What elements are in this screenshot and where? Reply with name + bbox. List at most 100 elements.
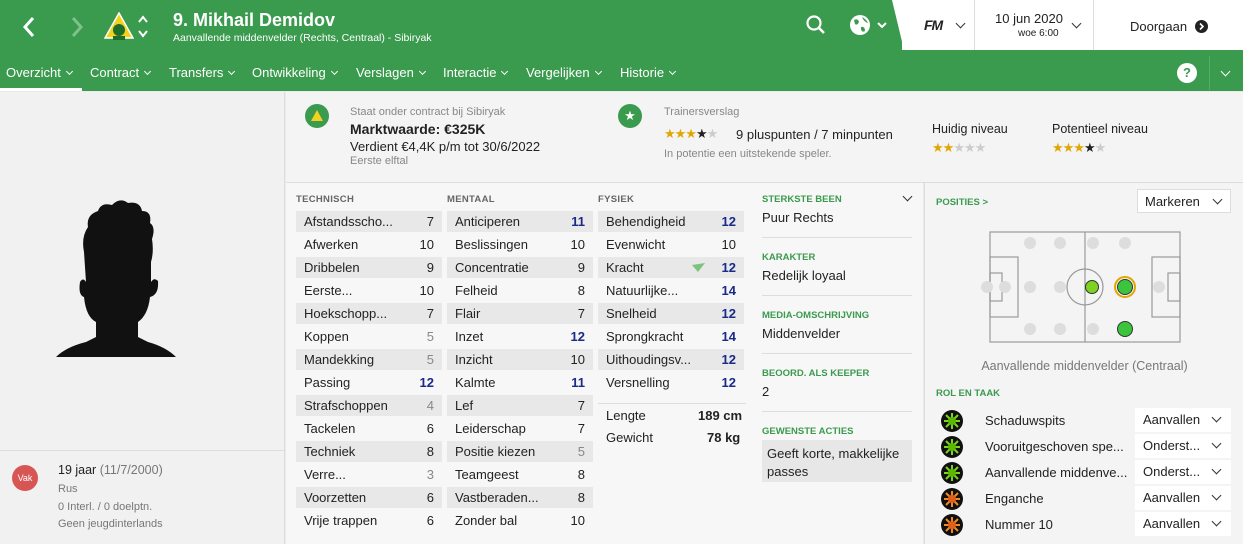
foot-label: STERKSTE BEEN (762, 194, 842, 205)
chevron-down-icon[interactable] (955, 18, 966, 29)
continue-button[interactable]: Doorgaan (1130, 19, 1208, 34)
attribute-row[interactable]: Voorzetten 6 (296, 487, 442, 508)
attribute-value: 12 (721, 352, 736, 367)
attribute-row[interactable]: Sprongkracht 14 (598, 326, 744, 347)
help-button[interactable]: ? (1177, 63, 1197, 83)
globe-icon[interactable] (849, 14, 889, 41)
chevron-down-icon[interactable] (1071, 18, 1082, 29)
attribute-row[interactable]: Positie kiezen 5 (447, 441, 593, 462)
role-row[interactable]: Aanvallende middenve... Onderst... (941, 460, 1231, 485)
attribute-row[interactable]: Flair 7 (447, 303, 593, 324)
attribute-row[interactable]: Evenwicht 10 (598, 234, 744, 255)
attribute-row[interactable]: Felheid 8 (447, 280, 593, 301)
attribute-row[interactable]: Vastberaden... 8 (447, 487, 593, 508)
attribute-row[interactable]: Afwerken 10 (296, 234, 442, 255)
role-duty-dropdown[interactable]: Onderst... (1135, 434, 1231, 458)
attribute-row[interactable]: Concentratie 9 (447, 257, 593, 278)
player-silhouette-image (56, 200, 176, 357)
attribute-row[interactable]: Zonder bal 10 (447, 510, 593, 531)
attribute-row[interactable]: Lef 7 (447, 395, 593, 416)
role-duty-label: Aanvallen (1143, 490, 1201, 505)
attribute-row[interactable]: Afstandsscho... 7 (296, 211, 442, 232)
role-duty-dropdown[interactable]: Aanvallen (1135, 512, 1231, 536)
attribute-row[interactable]: Hoekschopp... 7 (296, 303, 442, 324)
attribute-name: Afwerken (304, 237, 359, 252)
attribute-value: 12 (721, 214, 736, 229)
attribute-row[interactable]: Inzet 12 (447, 326, 593, 347)
tab-verslagen[interactable]: Verslagen (356, 65, 425, 80)
tab-interactie[interactable]: Interactie (443, 65, 507, 80)
media-label: MEDIA-OMSCHRIJVING (762, 310, 870, 321)
role-duty-dropdown[interactable]: Onderst... (1135, 460, 1231, 484)
attribute-row[interactable]: Dribbelen 9 (296, 257, 442, 278)
club-badge-icon[interactable] (103, 11, 135, 42)
attribute-row[interactable]: Passing 12 (296, 372, 442, 393)
role-row[interactable]: Vooruitgeschoven spe... Onderst... (941, 434, 1231, 459)
chevron-left-icon[interactable] (14, 10, 44, 44)
attribute-value: 10 (419, 237, 434, 252)
role-row[interactable]: Nummer 10 Aanvallen (941, 512, 1231, 537)
attribute-row[interactable]: Eerste... 10 (296, 280, 442, 301)
tab-vergelijken[interactable]: Vergelijken (526, 65, 601, 80)
attribute-row[interactable]: Behendigheid 12 (598, 211, 744, 232)
attribute-name: Voorzetten (304, 490, 367, 505)
attribute-row[interactable]: Tackelen 6 (296, 418, 442, 439)
attribute-value: 6 (426, 490, 434, 505)
date-display[interactable]: 10 jun 2020 woe 6:00 (974, 0, 1094, 50)
attribute-row[interactable]: Natuurlijke... 14 (598, 280, 744, 301)
attribute-row[interactable]: Uithoudingsv... 12 (598, 349, 744, 370)
attribute-row[interactable]: Teamgeest 8 (447, 464, 593, 485)
role-duty-dropdown[interactable]: Aanvallen (1135, 408, 1231, 432)
role-row[interactable]: Schaduwspits Aanvallen (941, 408, 1231, 433)
attribute-row[interactable]: Techniek 8 (296, 441, 442, 462)
chevron-down-icon[interactable] (902, 191, 913, 202)
tab-ontwikkeling[interactable]: Ontwikkeling (252, 65, 337, 80)
tab-historie[interactable]: Historie (620, 65, 675, 80)
tab-overzicht[interactable]: Overzicht (6, 65, 72, 80)
attribute-row[interactable]: Versnelling 12 (598, 372, 744, 393)
tab-contract[interactable]: Contract (90, 65, 150, 80)
attribute-row[interactable]: Beslissingen 10 (447, 234, 593, 255)
attribute-name: Inzicht (455, 352, 493, 367)
attribute-name: Kalmte (455, 375, 496, 390)
role-suitability-icon (941, 462, 963, 484)
highlight-dropdown[interactable]: Markeren (1137, 189, 1231, 213)
positions-link[interactable]: POSITIES > (936, 197, 988, 208)
attribute-name: Uithoudingsv... (606, 352, 692, 367)
attribute-row[interactable]: Anticiperen 11 (447, 211, 593, 232)
role-duty-label: Aanvallen (1143, 516, 1201, 531)
attribute-row[interactable]: Vrije trappen 6 (296, 510, 442, 531)
physical-header: FYSIEK (598, 194, 635, 205)
foot-value: Puur Rechts (762, 210, 834, 225)
attribute-name: Concentratie (455, 260, 529, 275)
attribute-row[interactable]: Strafschoppen 4 (296, 395, 442, 416)
chevron-down-icon (1211, 490, 1222, 501)
market-value[interactable]: Marktwaarde: €325K (350, 121, 485, 137)
fm-logo[interactable]: FM (924, 17, 943, 33)
attribute-name: Strafschoppen (304, 398, 388, 413)
role-name: Vooruitgeschoven spe... (985, 439, 1124, 454)
attribute-row[interactable]: Kracht 12 (598, 257, 744, 278)
attribute-row[interactable]: Mandekking 5 (296, 349, 442, 370)
player-switch-arrows[interactable] (137, 14, 149, 40)
preferred-moves-item[interactable]: Geeft korte, makkelijke passes (762, 440, 912, 482)
media-value: Middenvelder (762, 326, 841, 341)
chevron-right-icon[interactable] (62, 10, 92, 44)
search-icon[interactable] (806, 14, 826, 39)
weight-value: 78 kg (707, 430, 741, 445)
attribute-row[interactable]: Verre... 3 (296, 464, 442, 485)
attribute-trend-arrow-icon (692, 263, 705, 272)
attribute-row[interactable]: Inzicht 10 (447, 349, 593, 370)
attribute-value: 9 (577, 260, 585, 275)
role-row[interactable]: Enganche Aanvallen (941, 486, 1231, 511)
attribute-row[interactable]: Kalmte 11 (447, 372, 593, 393)
attribute-name: Teamgeest (455, 467, 519, 482)
star-icon: ★ (618, 104, 642, 128)
role-suitability-icon (941, 436, 963, 458)
attribute-row[interactable]: Leiderschap 7 (447, 418, 593, 439)
tab-transfers[interactable]: Transfers (169, 65, 234, 80)
attribute-row[interactable]: Koppen 5 (296, 326, 442, 347)
role-duty-dropdown[interactable]: Aanvallen (1135, 486, 1231, 510)
character-label: KARAKTER (762, 252, 816, 263)
attribute-row[interactable]: Snelheid 12 (598, 303, 744, 324)
